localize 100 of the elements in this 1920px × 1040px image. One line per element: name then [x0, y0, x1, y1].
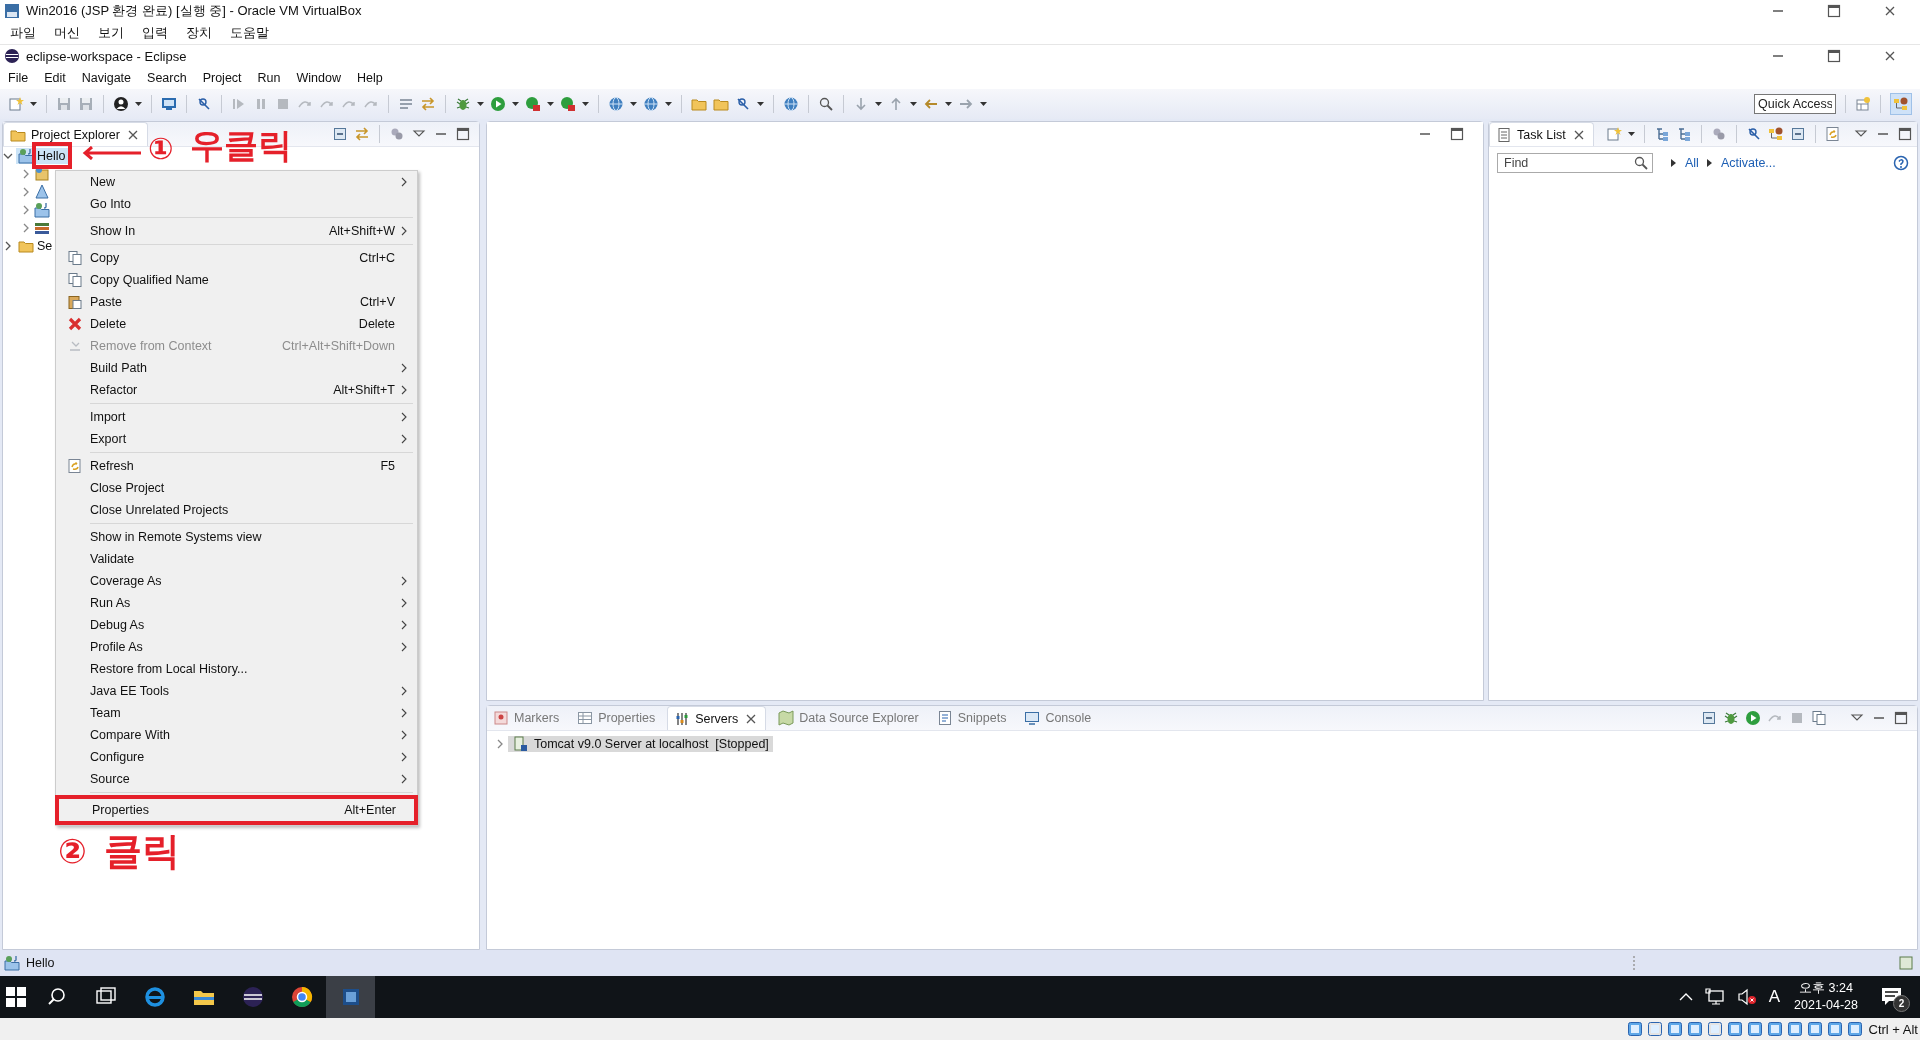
menu-item[interactable]: Copy Ctrl+C [60, 247, 413, 269]
bug-icon[interactable] [455, 96, 471, 112]
menu-item[interactable]: 입력 [142, 24, 168, 42]
menu-item[interactable]: Project [202, 71, 242, 85]
device-icon[interactable] [1826, 1021, 1843, 1037]
view-tab[interactable]: Task List [1489, 122, 1594, 146]
folder-icon[interactable] [691, 96, 707, 112]
view-tab[interactable]: Project Explorer [3, 122, 148, 146]
filter-icon[interactable] [389, 126, 405, 142]
menu-item[interactable]: Java EE Tools [60, 680, 413, 702]
menu-item[interactable]: Compare With [60, 724, 413, 746]
run-icon[interactable] [525, 96, 541, 112]
maximize-icon[interactable] [1449, 126, 1465, 142]
view-tab[interactable]: Data Source Explorer [772, 706, 925, 730]
view-tab[interactable]: Servers [667, 706, 767, 730]
device-icon[interactable] [1806, 1021, 1823, 1037]
server-item[interactable]: Tomcat v9.0 Server at localhost [Stopped] [508, 736, 773, 752]
collapse-all-icon[interactable] [1789, 126, 1806, 142]
view-tab[interactable]: Snippets [930, 706, 1013, 730]
device-icon[interactable] [1646, 1021, 1663, 1037]
device-icon[interactable] [1786, 1021, 1803, 1037]
menu-item[interactable]: 머신 [54, 24, 80, 42]
menu-item[interactable]: File [8, 71, 29, 85]
globe-icon[interactable] [783, 96, 799, 112]
device-icon[interactable] [1766, 1021, 1783, 1037]
chevron-icon[interactable] [495, 739, 505, 749]
chevron-icon[interactable] [21, 169, 31, 179]
collapse-all-icon[interactable] [332, 126, 348, 142]
view-tab[interactable]: Console [1018, 706, 1098, 730]
menu-item[interactable]: Show in Remote Systems view [60, 526, 413, 548]
run-icon[interactable] [560, 96, 576, 112]
chevron-icon[interactable] [21, 223, 31, 233]
menu-item[interactable]: Run As [60, 592, 413, 614]
menu-item[interactable]: New [60, 171, 413, 193]
menu-item[interactable]: Restore from Local History... [60, 658, 413, 680]
link[interactable]: All [1685, 156, 1699, 170]
menu-item[interactable]: Close Unrelated Projects [60, 499, 413, 521]
menu-item[interactable]: 장치 [186, 24, 212, 42]
menu-item[interactable]: Import [60, 406, 413, 428]
start-icon[interactable] [6, 987, 26, 1007]
device-icon[interactable] [1626, 1021, 1643, 1037]
device-icon[interactable] [1746, 1021, 1763, 1037]
device-icon[interactable] [1726, 1021, 1743, 1037]
folder-icon[interactable] [713, 96, 729, 112]
menu-item[interactable]: Search [147, 71, 187, 85]
run-icon[interactable] [1745, 710, 1761, 726]
person-icon[interactable] [113, 96, 129, 112]
tree-item[interactable]: Hello [16, 148, 68, 164]
search-icon[interactable] [818, 96, 834, 112]
publish-icon[interactable] [1811, 710, 1827, 726]
sync-icon[interactable] [1824, 126, 1841, 142]
input-mode-indicator[interactable]: A [1768, 987, 1781, 1007]
maximize-icon[interactable] [1826, 3, 1842, 19]
menu-item[interactable]: Window [296, 71, 341, 85]
quick-access-field[interactable]: Quick Access [1754, 94, 1836, 114]
menu-item[interactable]: Team [60, 702, 413, 724]
menu-item[interactable]: Go Into [60, 193, 413, 215]
menu-item[interactable]: Navigate [81, 71, 132, 85]
menu-item[interactable]: Export [60, 428, 413, 450]
menu-item[interactable]: Profile As [60, 636, 413, 658]
device-icon[interactable] [1846, 1021, 1863, 1037]
menu-item[interactable]: 도움말 [230, 24, 269, 42]
device-icon[interactable] [1666, 1021, 1683, 1037]
chevron-icon[interactable] [21, 205, 31, 215]
menu-item[interactable]: Close Project [60, 477, 413, 499]
menu-item[interactable]: Coverage As [60, 570, 413, 592]
chevron-icon[interactable] [3, 241, 13, 251]
bug-icon[interactable] [1723, 710, 1739, 726]
device-icon[interactable] [1686, 1021, 1703, 1037]
menu-item[interactable]: Show In Alt+Shift+W [60, 220, 413, 242]
volume-muted-icon[interactable] [1736, 988, 1757, 1006]
menu-item[interactable]: Paste Ctrl+V [60, 291, 413, 313]
menu-item[interactable]: Run [257, 71, 281, 85]
tree-item[interactable]: Se [16, 238, 55, 254]
globe-icon[interactable] [608, 96, 624, 112]
help-icon[interactable] [1893, 155, 1909, 171]
view-tab[interactable]: Markers [487, 706, 566, 730]
run-icon[interactable] [490, 96, 506, 112]
menu-item[interactable]: Edit [44, 71, 66, 85]
menu-item[interactable]: Build Path [60, 357, 413, 379]
maximize-icon[interactable] [1896, 126, 1913, 142]
find-field[interactable]: Find [1497, 153, 1653, 173]
maximize-icon[interactable] [1826, 48, 1842, 64]
maximize-icon[interactable] [1893, 710, 1909, 726]
menu-item[interactable]: Help [356, 71, 383, 85]
menu-item[interactable]: Properties Alt+Enter [62, 799, 414, 821]
clock[interactable]: 오후 3:24 2021-04-28 [1794, 980, 1858, 1014]
menu-item[interactable]: Validate [60, 548, 413, 570]
link[interactable]: Activate... [1720, 156, 1776, 170]
menu-item[interactable]: 보기 [98, 24, 124, 42]
menu-item[interactable]: Refactor Alt+Shift+T [60, 379, 413, 401]
menu-item[interactable]: Delete Delete [60, 313, 413, 335]
menu-item[interactable]: Configure [60, 746, 413, 768]
globe-icon[interactable] [643, 96, 659, 112]
network-icon[interactable] [1704, 988, 1725, 1006]
notification-button[interactable]: 2 [1874, 982, 1910, 1012]
maximize-icon[interactable] [455, 126, 471, 142]
view-tab[interactable]: Properties [571, 706, 662, 730]
menu-item[interactable]: Copy Qualified Name [60, 269, 413, 291]
menu-item[interactable]: 파일 [10, 24, 36, 42]
